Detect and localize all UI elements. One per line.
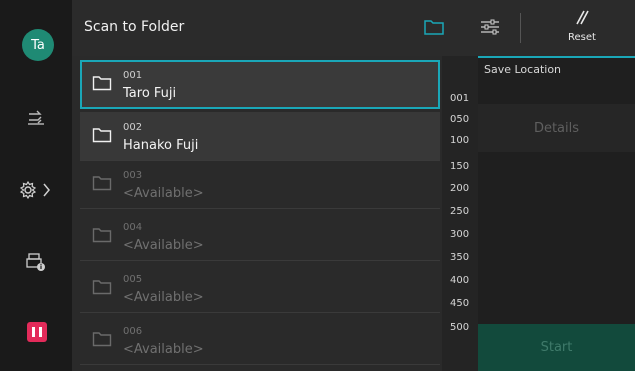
folder-icon [92,279,112,299]
folder-number: 001 [123,70,143,81]
page-title: Scan to Folder [84,19,185,35]
user-avatar[interactable]: Ta [22,29,54,61]
folder-icon [92,75,112,95]
folder-row-002[interactable]: 002 Hanako Fuji [80,112,440,161]
app-header: Scan to Folder Reset [72,0,635,57]
folder-name: <Available> [123,342,204,357]
screen: Ta Scan to Folder Reset 001 Taro Fuji 00… [0,0,635,371]
left-rail: Ta [0,0,72,371]
folder-icon [92,227,112,247]
index-item[interactable]: 500 [450,322,469,333]
folder-name: Hanako Fuji [123,138,199,153]
index-item[interactable]: 300 [450,229,469,240]
index-item[interactable]: 100 [450,135,469,146]
folder-number: 002 [123,122,143,133]
index-item[interactable]: 450 [450,298,469,309]
folder-icon [92,175,112,195]
reset-icon [576,10,589,25]
folder-row-006[interactable]: 006 <Available> [80,316,440,365]
index-item[interactable]: 200 [450,183,469,194]
folder-name: <Available> [123,238,204,253]
index-item[interactable]: 050 [450,114,469,125]
folder-row-003[interactable]: 003 <Available> [80,160,440,209]
folder-icon [92,127,112,147]
right-panel: Save Location Details Start [478,56,635,371]
header-divider [520,13,521,43]
folder-view-icon[interactable] [423,18,445,40]
folder-index-strip[interactable]: 001 050 100 150 200 250 300 350 400 450 … [442,56,478,371]
save-location-label: Save Location [484,63,562,76]
folder-icon [92,331,112,351]
folder-list: 001 Taro Fuji 002 Hanako Fuji 003 <Avail… [72,56,442,371]
reset-button[interactable]: Reset [552,8,612,48]
settings-gear-icon[interactable] [0,178,72,202]
folder-name: <Available> [123,290,204,305]
job-flow-icon[interactable] [0,104,72,132]
accent-line [478,56,635,58]
folder-number: 005 [123,274,143,285]
pause-button[interactable] [27,322,47,342]
reset-label: Reset [568,32,596,43]
folder-name: Taro Fuji [123,86,177,101]
printer-info-icon[interactable] [0,250,72,274]
folder-row-001[interactable]: 001 Taro Fuji [80,60,440,109]
folder-number: 006 [123,326,143,337]
index-item[interactable]: 400 [450,275,469,286]
details-button[interactable]: Details [478,104,635,152]
folder-row-004[interactable]: 004 <Available> [80,212,440,261]
adjust-settings-icon[interactable] [479,18,501,40]
folder-name: <Available> [123,186,204,201]
folder-number: 003 [123,170,143,181]
folder-number: 004 [123,222,143,233]
index-item[interactable]: 001 [450,93,469,104]
index-item[interactable]: 150 [450,161,469,172]
index-item[interactable]: 350 [450,252,469,263]
folder-row-005[interactable]: 005 <Available> [80,264,440,313]
start-button[interactable]: Start [478,324,635,371]
index-item[interactable]: 250 [450,206,469,217]
